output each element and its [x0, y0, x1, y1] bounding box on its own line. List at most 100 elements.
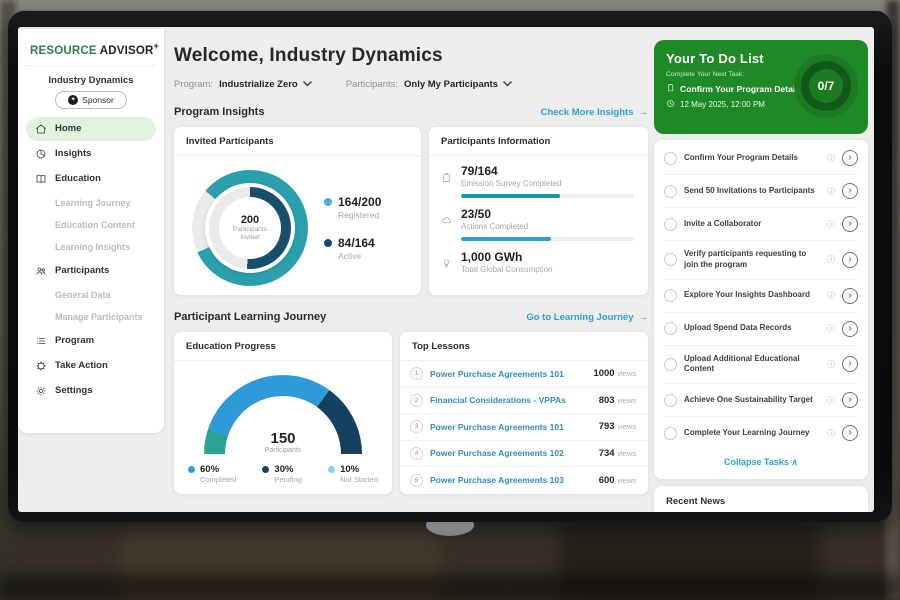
go-to-learning-journey-link[interactable]: Go to Learning Journey →	[526, 312, 648, 323]
lesson-rank: 3	[410, 420, 423, 433]
checkbox-icon[interactable]	[664, 185, 677, 198]
org-name: Industry Dynamics	[26, 75, 156, 86]
lesson-row[interactable]: 5Power Purchase Agreements 103 600 views	[400, 467, 648, 494]
task-row[interactable]: Complete Your Learning Journey ⓘ ›	[664, 417, 858, 449]
checkbox-icon[interactable]	[664, 394, 677, 407]
chevron-right-icon[interactable]: ›	[842, 216, 858, 232]
sidebar-item-home[interactable]: Home	[26, 117, 156, 141]
legend-active: 84/164 Active	[324, 236, 381, 261]
task-row[interactable]: Confirm Your Program Details ⓘ ›	[664, 142, 858, 175]
info-icon: ⓘ	[827, 219, 835, 230]
lesson-row[interactable]: 4Power Purchase Agreements 102 734 views	[400, 441, 648, 468]
arrow-right-icon: →	[639, 107, 649, 118]
education-progress-card: Education Progress 150 Participants	[174, 332, 392, 494]
task-row[interactable]: Achieve One Sustainability Target ⓘ ›	[664, 384, 858, 417]
sidebar-item-education-content[interactable]: Education Content	[26, 214, 156, 236]
sidebar-item-general-data[interactable]: General Data	[26, 284, 156, 306]
participants-dropdown[interactable]: Only My Participants	[404, 79, 512, 90]
task-row[interactable]: Upload Additional Educational Content ⓘ …	[664, 346, 858, 385]
task-row[interactable]: Upload Spend Data Records ⓘ ›	[664, 313, 858, 346]
sidebar-item-manage-participants[interactable]: Manage Participants	[26, 306, 156, 328]
lesson-link[interactable]: Financial Considerations - VPPAs	[430, 395, 566, 405]
recent-news-card: Recent News	[654, 486, 868, 512]
lesson-row[interactable]: 1Power Purchase Agreements 101 1000 view…	[400, 361, 648, 388]
chevron-right-icon[interactable]: ›	[842, 252, 858, 268]
logo-plus: +	[154, 41, 159, 51]
section-title: Program Insights	[174, 106, 264, 118]
chevron-right-icon[interactable]: ›	[842, 356, 858, 372]
clock-icon	[666, 99, 675, 110]
collapse-tasks-link[interactable]: Collapse Tasks ∧	[664, 449, 858, 477]
task-row[interactable]: Invite a Collaborator ⓘ ›	[664, 208, 858, 241]
sidebar-item-label: Participants	[55, 265, 109, 276]
sidebar-item-learning-insights[interactable]: Learning Insights	[26, 236, 156, 258]
chevron-right-icon[interactable]: ›	[842, 150, 858, 166]
task-row[interactable]: Verify participants requesting to join t…	[664, 241, 858, 280]
chevron-right-icon[interactable]: ›	[842, 183, 858, 199]
checkbox-icon[interactable]	[664, 152, 677, 165]
link-label: Check More Insights	[541, 107, 634, 118]
checkbox-icon[interactable]	[664, 218, 677, 231]
lesson-row[interactable]: 3Power Purchase Agreements 101 793 views	[400, 414, 648, 441]
sidebar-item-program[interactable]: Program	[26, 329, 156, 353]
sidebar-item-learning-journey[interactable]: Learning Journey	[26, 192, 156, 214]
screen: RESOURCE ADVISOR+ Industry Dynamics ✦ Sp…	[18, 27, 874, 512]
chevron-right-icon[interactable]: ›	[842, 392, 858, 408]
info-icon: ⓘ	[827, 323, 835, 334]
lesson-row[interactable]: 2Financial Considerations - VPPAs 803 vi…	[400, 388, 648, 415]
legend-dot	[324, 198, 332, 206]
sidebar-item-insights[interactable]: Insights	[26, 142, 156, 166]
insights-icon	[34, 147, 47, 160]
sidebar-item-label: Take Action	[55, 360, 108, 371]
lesson-link[interactable]: Power Purchase Agreements 101	[430, 369, 564, 379]
checkbox-icon[interactable]	[664, 253, 677, 266]
lesson-link[interactable]: Power Purchase Agreements 103	[430, 475, 564, 485]
sidebar-item-label: Education	[55, 173, 101, 184]
check-more-insights-link[interactable]: Check More Insights →	[541, 107, 648, 118]
sponsor-icon: ✦	[68, 95, 78, 105]
lesson-link[interactable]: Power Purchase Agreements 101	[430, 422, 564, 432]
todo-progress-ring: 0/7	[794, 54, 858, 118]
task-list-card: Confirm Your Program Details ⓘ › Send 50…	[654, 140, 868, 479]
learning-cards-row: Education Progress 150 Participants	[174, 332, 648, 494]
stat-emission-survey: 79/164 Emission Survey Completed	[441, 164, 634, 198]
sidebar-item-education[interactable]: Education	[26, 167, 156, 191]
sidebar-item-settings[interactable]: Settings	[26, 379, 156, 403]
logo-resource: RESOURCE	[30, 45, 97, 57]
bulb-icon	[441, 256, 453, 274]
background-band	[0, 575, 900, 600]
scene: RESOURCE ADVISOR+ Industry Dynamics ✦ Sp…	[0, 0, 900, 600]
program-dropdown[interactable]: Industrialize Zero	[219, 79, 312, 90]
task-row[interactable]: Explore Your Insights Dashboard ⓘ ›	[664, 280, 858, 313]
filters-bar: Program: Industrialize Zero Participants…	[174, 79, 648, 90]
legend-dot	[328, 466, 335, 473]
top-lessons-card: Top Lessons 1Power Purchase Agreements 1…	[400, 332, 648, 494]
lesson-link[interactable]: Power Purchase Agreements 102	[430, 448, 564, 458]
chevron-down-icon	[503, 79, 512, 90]
chevron-right-icon[interactable]: ›	[842, 425, 858, 441]
info-icon: ⓘ	[827, 395, 835, 406]
checkbox-icon[interactable]	[664, 322, 677, 335]
sidebar-item-take-action[interactable]: Take Action	[26, 354, 156, 378]
legend-dot	[262, 466, 269, 473]
chevron-right-icon[interactable]: ›	[842, 321, 858, 337]
checkbox-icon[interactable]	[664, 427, 677, 440]
task-row[interactable]: Send 50 Invitations to Participants ⓘ ›	[664, 175, 858, 208]
program-dropdown-value: Industrialize Zero	[219, 79, 298, 90]
card-title: Invited Participants	[174, 127, 421, 156]
stat-total-consumption: 1,000 GWh Total Global Consumption	[441, 250, 634, 274]
sponsor-label: Sponsor	[82, 95, 114, 105]
sidebar: RESOURCE ADVISOR+ Industry Dynamics ✦ Sp…	[18, 29, 164, 433]
checkbox-icon[interactable]	[664, 358, 677, 371]
checkbox-icon[interactable]	[664, 289, 677, 302]
lesson-rank: 2	[410, 394, 423, 407]
chevron-right-icon[interactable]: ›	[842, 288, 858, 304]
donut-center-label: 200 Participants Invited	[192, 170, 308, 286]
program-filter-label: Program:	[174, 79, 213, 90]
people-icon	[34, 264, 47, 277]
lesson-rank: 1	[410, 367, 423, 380]
monitor-bezel: RESOURCE ADVISOR+ Industry Dynamics ✦ Sp…	[8, 10, 892, 522]
sidebar-item-participants[interactable]: Participants	[26, 259, 156, 283]
sponsor-badge[interactable]: ✦ Sponsor	[55, 91, 127, 109]
gauge-legend: 60% Completed 30% Pending	[174, 454, 392, 484]
